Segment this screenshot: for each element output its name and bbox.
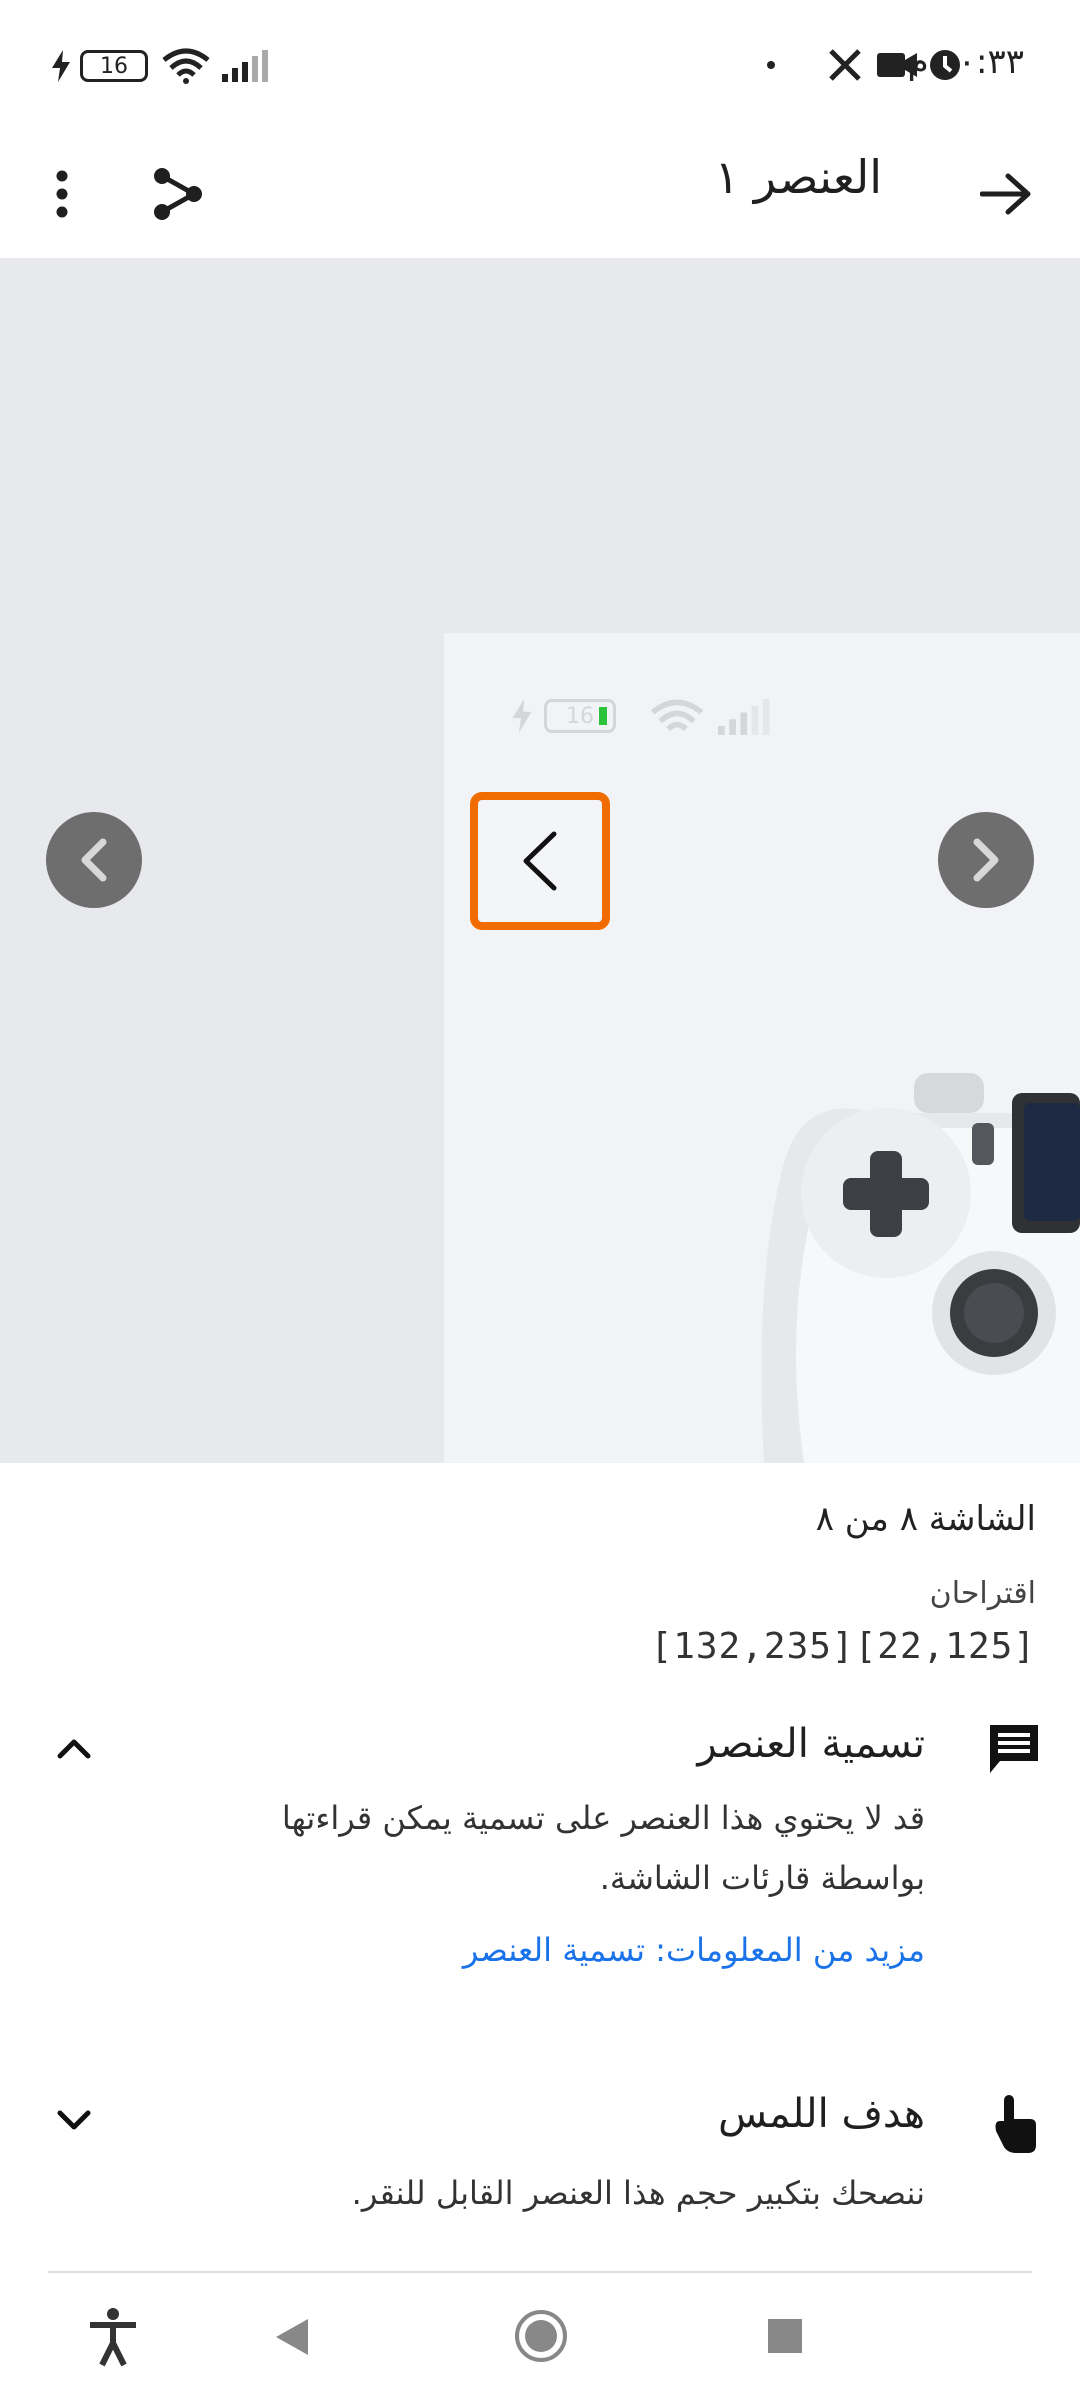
video-icon — [877, 53, 917, 77]
thumb-battery-level: 16 — [566, 703, 594, 729]
home-circle-icon[interactable] — [514, 2309, 568, 2363]
element-bounds: [132,235][22,125] — [650, 1626, 1036, 1667]
learn-more-link[interactable]: مزيد من المعلومات: تسمية العنصر — [463, 1931, 925, 1969]
content-label-description-line2: بواسطة قارئات الشاشة. — [599, 1859, 925, 1897]
next-screen-button[interactable] — [938, 812, 1034, 908]
back-arrow-icon — [980, 173, 1031, 215]
screenshot-thumbnail: 16 — [444, 633, 1080, 1463]
thumb-charging-icon — [512, 699, 532, 733]
touch-target-title: هدف اللمس — [718, 2091, 925, 2137]
chevron-left-icon — [81, 838, 107, 882]
comment-icon — [990, 1725, 1038, 1773]
content-label-title: تسمية العنصر — [697, 1721, 925, 1767]
share-icon — [154, 168, 202, 220]
more-vert-icon — [56, 170, 68, 218]
page-title: العنصر ١ — [714, 150, 882, 204]
system-navigation-bar — [0, 2273, 1080, 2400]
chevron-right-icon — [973, 838, 999, 882]
status-bar: ١٠:٣٣ م 16 — [0, 0, 1080, 130]
app-bar: العنصر ١ — [0, 130, 1080, 258]
accessibility-icon[interactable] — [88, 2307, 138, 2367]
screenshot-preview: 16 — [0, 258, 1080, 1463]
previous-screen-button[interactable] — [46, 812, 142, 908]
chevron-down-icon[interactable] — [56, 2109, 92, 2133]
recents-square-icon[interactable] — [766, 2317, 804, 2355]
content-label-description-line1: قد لا يحتوي هذا العنصر على تسمية يمكن قر… — [281, 1799, 925, 1837]
status-time: ١٠:٣٣ م — [907, 42, 1024, 82]
touch-icon — [995, 2095, 1036, 2153]
thumb-wifi-icon — [650, 699, 704, 732]
game-controller-image — [761, 1073, 1080, 1463]
signal-icon — [222, 50, 268, 82]
x-logo-icon — [829, 49, 861, 81]
share-button[interactable] — [130, 146, 226, 242]
touch-target-description: ننصحك بتكبير حجم هذا العنصر القابل للنقر… — [351, 2174, 925, 2212]
highlighted-element[interactable] — [470, 792, 610, 930]
battery-icon: 16 — [80, 50, 148, 82]
wifi-icon — [162, 48, 210, 84]
screen-count: الشاشة ٨ من ٨ — [815, 1499, 1036, 1539]
highlighted-back-chevron-icon — [523, 831, 557, 891]
dot-icon — [767, 61, 775, 69]
battery-level: 16 — [100, 53, 128, 79]
thumb-battery-icon: 16 — [544, 699, 616, 733]
details-panel: الشاشة ٨ من ٨ اقتراحان [132,235][22,125]… — [0, 1463, 1080, 2273]
charging-icon — [52, 50, 70, 82]
more-options-button[interactable] — [14, 146, 110, 242]
back-triangle-icon[interactable] — [274, 2317, 310, 2357]
alarm-icon — [930, 50, 960, 80]
chevron-up-icon[interactable] — [56, 1736, 92, 1760]
suggestions-count: اقتراحان — [929, 1576, 1036, 1611]
thumb-signal-icon — [718, 699, 770, 735]
back-button[interactable] — [958, 146, 1054, 242]
